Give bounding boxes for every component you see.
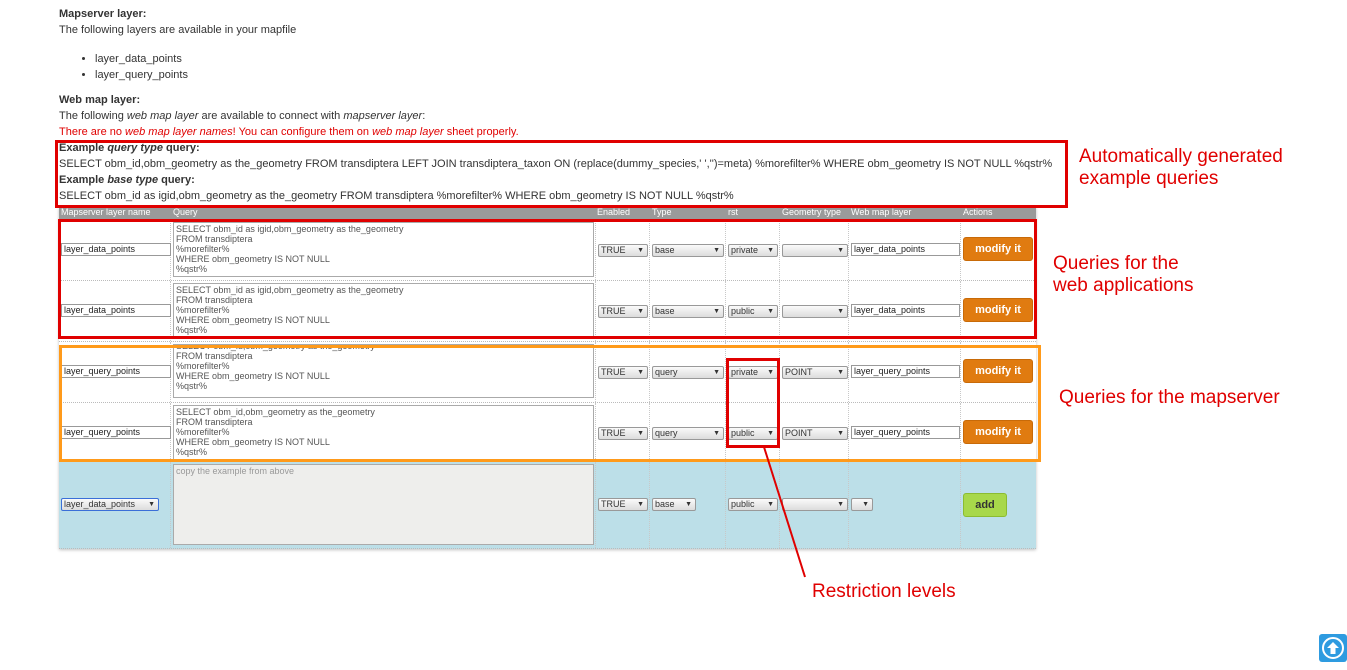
header-type: Type	[652, 207, 672, 217]
new-enabled-select[interactable]: TRUE ▼	[598, 498, 648, 511]
header-query: Query	[173, 207, 198, 217]
scroll-top-button[interactable]	[1319, 634, 1347, 662]
mapserver-heading: Mapserver layer:	[59, 8, 147, 20]
header-actions: Actions	[963, 207, 993, 217]
add-button[interactable]: add	[963, 493, 1007, 517]
mapserver-layer-list: layer_data_points layer_query_points	[78, 51, 188, 83]
header-enabled: Enabled	[597, 207, 631, 217]
annotation-web-line2: web applications	[1053, 275, 1194, 296]
restriction-levels-highlight	[726, 358, 780, 448]
triangle-down-icon: ▼	[837, 501, 844, 508]
annotation-auto-line1: Automatically generated	[1079, 146, 1283, 167]
triangle-down-icon: ▼	[862, 501, 869, 508]
header-geometry-type: Geometry type	[782, 207, 842, 217]
mapserver-queries-highlight	[59, 345, 1041, 462]
annotation-auto-line2: example queries	[1079, 168, 1219, 189]
example-queries-highlight	[55, 140, 1068, 208]
header-web-map-layer: Web map layer	[851, 207, 912, 217]
webmap-intro: The following web map layer are availabl…	[59, 110, 426, 122]
new-type-select[interactable]: base ▼	[652, 498, 696, 511]
header-rst: rst	[728, 207, 738, 217]
webmap-heading: Web map layer:	[59, 94, 141, 106]
annotation-mapserver: Queries for the mapserver	[1059, 387, 1280, 408]
new-query-textarea[interactable]: copy the example from above	[173, 464, 594, 545]
webmap-warning: There are no web map layer names! You ca…	[59, 126, 519, 138]
triangle-down-icon: ▼	[637, 501, 644, 508]
list-item: layer_query_points	[95, 67, 188, 83]
triangle-down-icon: ▼	[148, 501, 155, 508]
new-layer-select[interactable]: layer_data_points ▼	[61, 498, 159, 511]
header-mapserver-layer: Mapserver layer name	[61, 207, 151, 217]
annotation-restriction: Restriction levels	[812, 581, 956, 602]
triangle-down-icon: ▼	[685, 501, 692, 508]
web-app-queries-highlight	[58, 219, 1037, 339]
new-web-map-layer-select[interactable]: ▼	[851, 498, 873, 511]
annotation-line	[763, 446, 806, 578]
list-item: layer_data_points	[95, 51, 188, 67]
mapserver-intro: The following layers are available in yo…	[59, 24, 297, 36]
annotation-web-line1: Queries for the	[1053, 253, 1179, 274]
arrow-up-icon	[1322, 637, 1344, 659]
